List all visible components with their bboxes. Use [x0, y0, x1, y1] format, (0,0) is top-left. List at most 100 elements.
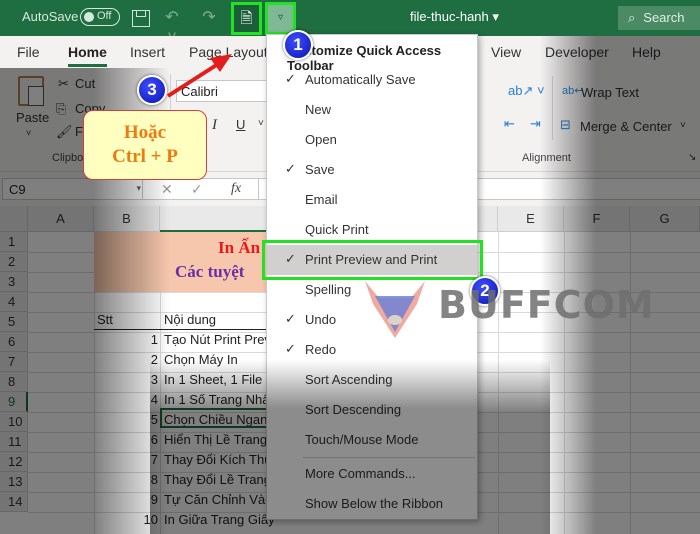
- cell-content[interactable]: In 1 Sheet, 1 File: [164, 372, 268, 387]
- grid-line: [564, 232, 565, 534]
- row-header-11[interactable]: 11: [0, 432, 28, 452]
- row-header-7[interactable]: 7: [0, 352, 28, 372]
- select-all-corner[interactable]: [0, 206, 28, 232]
- menu-item-email[interactable]: Email: [267, 185, 477, 215]
- autosave-toggle[interactable]: Off: [80, 8, 120, 26]
- menu-item-automatically-save[interactable]: ✓ Automatically Save: [267, 65, 477, 95]
- menu-item-show-below-ribbon[interactable]: Show Below the Ribbon: [267, 489, 477, 519]
- paste-icon[interactable]: [18, 76, 44, 106]
- menu-item-touch-mouse-mode[interactable]: Touch/Mouse Mode: [267, 425, 477, 455]
- checkmark-icon: ✓: [285, 311, 296, 326]
- cell-content[interactable]: Tạo Nút Print Preview: [164, 332, 268, 347]
- autosave-label: AutoSave: [22, 9, 79, 24]
- menu-item-more-commands[interactable]: More Commands...: [267, 459, 477, 489]
- column-header-c[interactable]: [160, 206, 270, 232]
- checkmark-icon: ✓: [285, 71, 296, 86]
- wrap-text-button[interactable]: Wrap Text: [581, 85, 639, 100]
- menu-item-save[interactable]: ✓ Save: [267, 155, 477, 185]
- cell-content[interactable]: Hiển Thị Lề Trang: [164, 432, 268, 447]
- cell-stt[interactable]: 8: [94, 472, 158, 487]
- tab-home[interactable]: Home: [68, 44, 107, 67]
- search-box[interactable]: ⌕ Search: [618, 6, 700, 30]
- cell-content[interactable]: Chọn Máy In: [164, 352, 268, 367]
- grid-line: [498, 232, 499, 534]
- cell-stt[interactable]: 5: [94, 412, 158, 427]
- underline-button[interactable]: U: [236, 117, 245, 132]
- decrease-indent-icon[interactable]: ⇤: [504, 116, 515, 132]
- cell-stt[interactable]: 7: [94, 452, 158, 467]
- paste-button[interactable]: Paste: [16, 110, 49, 125]
- cancel-icon[interactable]: ✕: [161, 181, 173, 198]
- merge-center-button[interactable]: Merge & Center: [580, 119, 672, 134]
- tab-developer[interactable]: Developer: [545, 44, 609, 60]
- merge-chevron-icon[interactable]: ˅: [680, 120, 686, 131]
- cell-stt[interactable]: 4: [94, 392, 158, 407]
- redo-icon[interactable]: ↷: [198, 8, 220, 28]
- orientation-icon[interactable]: ab↗ ˅: [508, 83, 545, 99]
- row-header-14[interactable]: 14: [0, 492, 28, 512]
- customize-qat-button[interactable]: ▿: [265, 2, 296, 35]
- menu-item-label: Redo: [305, 342, 337, 357]
- sheet-title-line1: In Ấn: [218, 238, 261, 257]
- column-header-g[interactable]: G: [630, 206, 700, 232]
- cut-button[interactable]: Cut: [75, 76, 95, 91]
- search-placeholder: Search: [643, 10, 685, 25]
- fx-icon[interactable]: fx: [231, 181, 241, 197]
- cell-stt[interactable]: 3: [94, 372, 158, 387]
- cell-content[interactable]: Thay Đổi Kích Thước: [164, 452, 268, 467]
- paste-chevron-icon[interactable]: ˅: [26, 128, 31, 138]
- red-arrow-icon: [166, 54, 232, 98]
- step-badge-3: 3: [137, 75, 167, 105]
- tab-file[interactable]: File: [17, 44, 40, 60]
- cell-content[interactable]: Tự Căn Chỉnh Vào: [164, 492, 268, 507]
- cell-stt[interactable]: 10: [94, 512, 158, 527]
- file-name[interactable]: file-thuc-hanh ▾: [410, 9, 499, 25]
- underline-chevron-icon[interactable]: ˅: [258, 118, 264, 129]
- column-header-a[interactable]: A: [28, 206, 94, 232]
- dialog-launcher-icon[interactable]: ↘: [688, 152, 696, 163]
- tab-help[interactable]: Help: [632, 44, 661, 60]
- cell-content[interactable]: In 1 Số Trang Nhất: [164, 392, 268, 407]
- cell-stt[interactable]: 9: [94, 492, 158, 507]
- header-stt[interactable]: Stt: [97, 312, 113, 327]
- undo-icon[interactable]: ↶ ˅: [160, 8, 184, 46]
- row-header-6[interactable]: 6: [0, 332, 28, 352]
- increase-indent-icon[interactable]: ⇥: [530, 116, 541, 132]
- menu-divider: [303, 457, 475, 458]
- row-header-4[interactable]: 4: [0, 292, 28, 312]
- row-header-12[interactable]: 12: [0, 452, 28, 472]
- chevron-down-icon: ▿: [277, 12, 284, 23]
- menu-item-open[interactable]: Open: [267, 125, 477, 155]
- selected-cell[interactable]: [160, 408, 268, 428]
- sheet-title-line2: Các tuyệt: [175, 262, 245, 281]
- menu-item-sort-descending[interactable]: Sort Descending: [267, 395, 477, 425]
- column-header-e[interactable]: E: [498, 206, 564, 232]
- highlight-print-preview: [262, 240, 483, 280]
- row-header-2[interactable]: 2: [0, 252, 28, 272]
- note-line2: Ctrl + P: [112, 146, 178, 167]
- row-header-10[interactable]: 10: [0, 412, 28, 432]
- italic-button[interactable]: I: [212, 117, 217, 134]
- header-border: [94, 329, 270, 330]
- column-header-b[interactable]: B: [94, 206, 160, 232]
- cell-stt[interactable]: 1: [94, 332, 158, 347]
- row-header-9[interactable]: 9: [0, 392, 28, 412]
- menu-item-new[interactable]: New: [267, 95, 477, 125]
- row-header-8[interactable]: 8: [0, 372, 28, 392]
- row-header-13[interactable]: 13: [0, 472, 28, 492]
- row-header-1[interactable]: 1: [0, 232, 28, 252]
- cell-stt[interactable]: 6: [94, 432, 158, 447]
- row-header-3[interactable]: 3: [0, 272, 28, 292]
- header-content[interactable]: Nội dung: [164, 312, 216, 327]
- save-icon[interactable]: [132, 10, 150, 27]
- tab-view[interactable]: View: [491, 44, 521, 60]
- dropdown-icon: ▾: [136, 183, 141, 193]
- menu-item-label: Automatically Save: [305, 72, 416, 87]
- name-box[interactable]: C9 ▾: [2, 178, 150, 200]
- menu-item-sort-ascending[interactable]: Sort Ascending: [267, 365, 477, 395]
- cell-content[interactable]: Thay Đổi Lề Trang: [164, 472, 268, 487]
- column-header-f[interactable]: F: [564, 206, 630, 232]
- cell-stt[interactable]: 2: [94, 352, 158, 367]
- row-header-5[interactable]: 5: [0, 312, 28, 332]
- enter-icon[interactable]: ✓: [191, 181, 203, 198]
